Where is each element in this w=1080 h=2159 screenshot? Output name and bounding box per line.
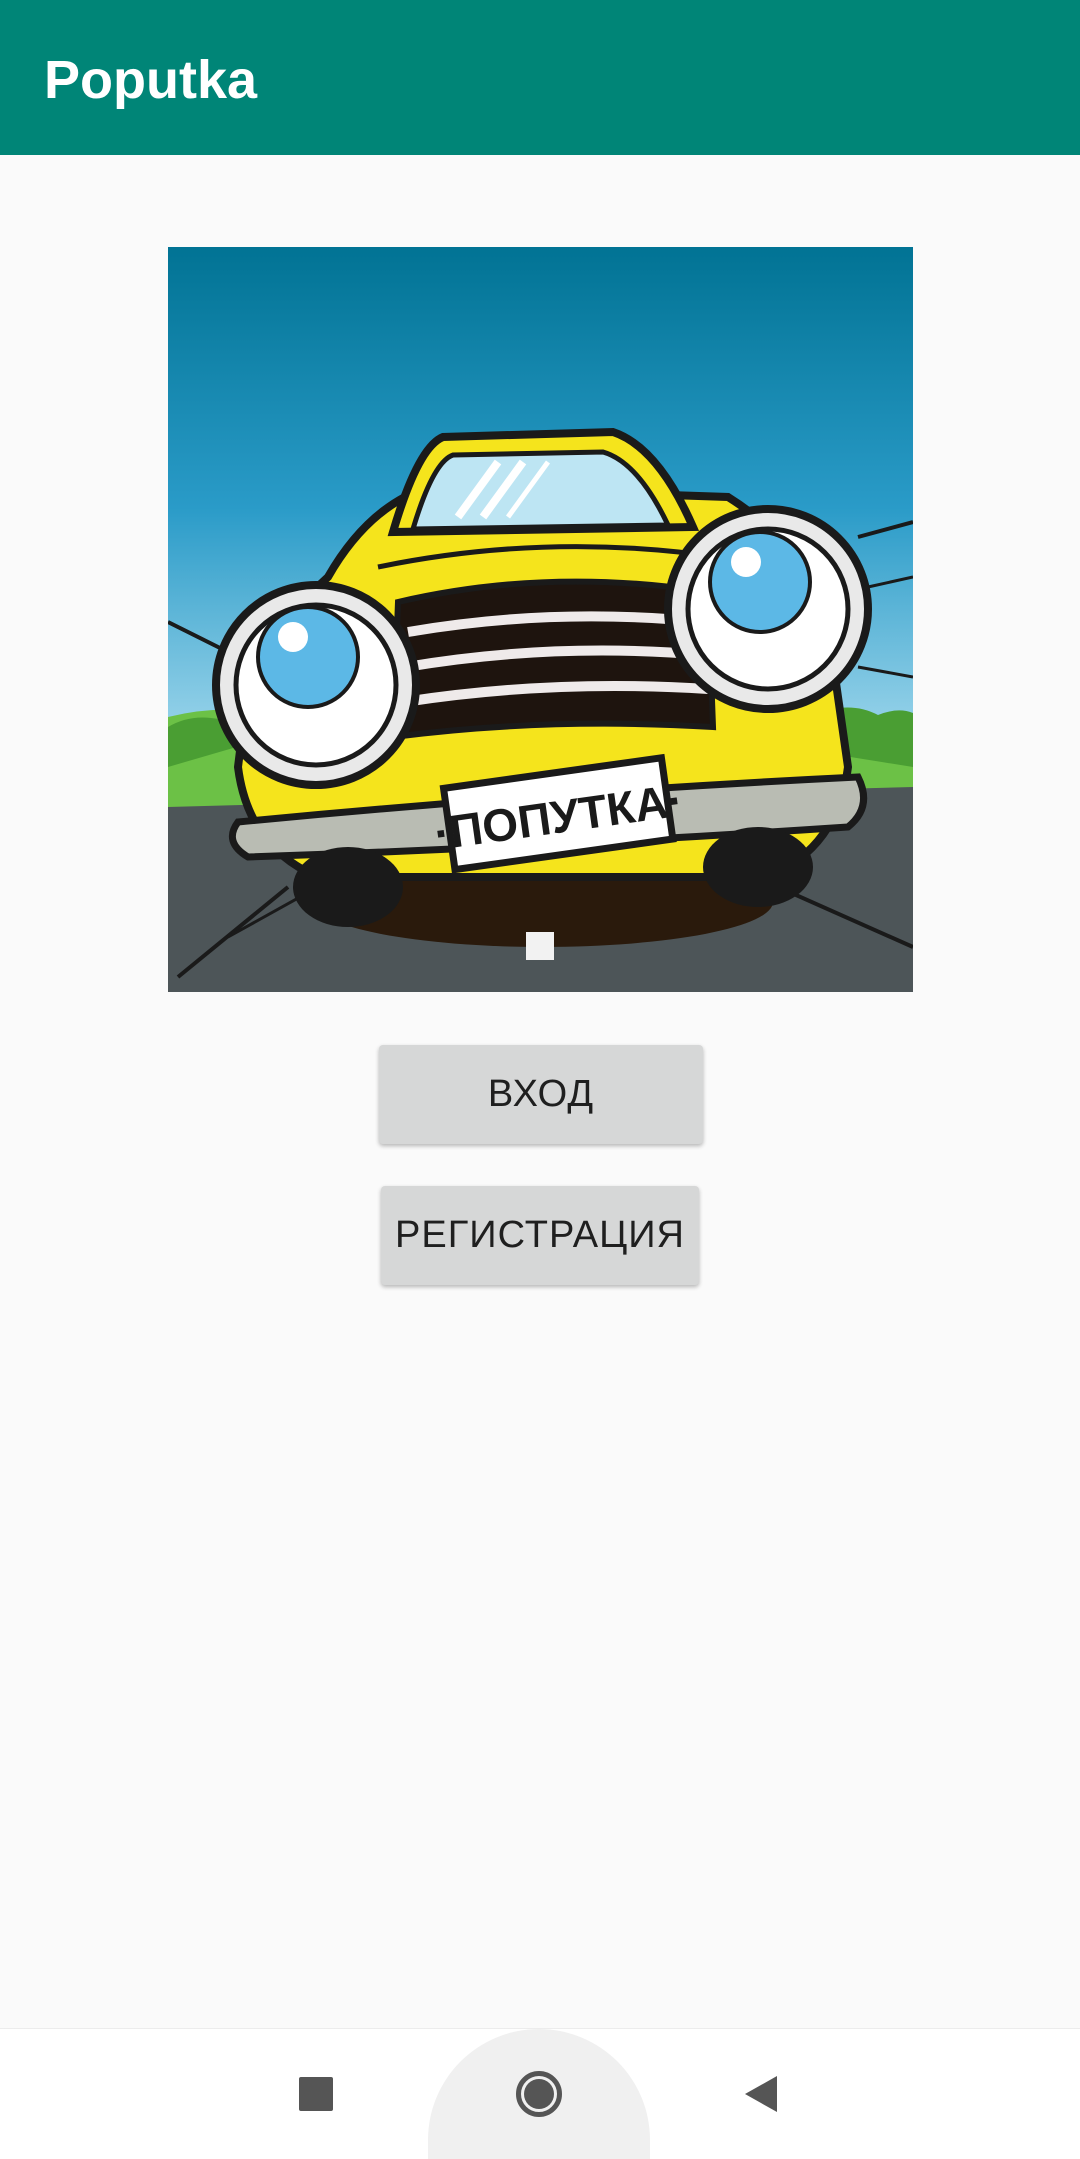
triangle-back-icon — [745, 2076, 777, 2112]
login-button[interactable]: ВХОД — [379, 1045, 703, 1144]
circle-icon — [516, 2071, 562, 2117]
home-button[interactable] — [489, 2044, 589, 2144]
back-button[interactable] — [711, 2044, 811, 2144]
cartoon-car-image: ·ПОПУТКА· — [168, 247, 913, 992]
system-navigation-bar — [0, 2028, 1080, 2159]
register-button-label: РЕГИСТРАЦИЯ — [395, 1214, 685, 1256]
recents-button[interactable] — [266, 2044, 366, 2144]
app-title: Poputka — [44, 50, 258, 110]
square-icon — [299, 2077, 333, 2111]
register-button[interactable]: РЕГИСТРАЦИЯ — [381, 1186, 699, 1285]
app-bar: Poputka — [0, 0, 1080, 155]
main-content: ·ПОПУТКА· ВХОД РЕГИСТРАЦИЯ — [0, 155, 1080, 2028]
login-button-label: ВХОД — [487, 1073, 595, 1115]
